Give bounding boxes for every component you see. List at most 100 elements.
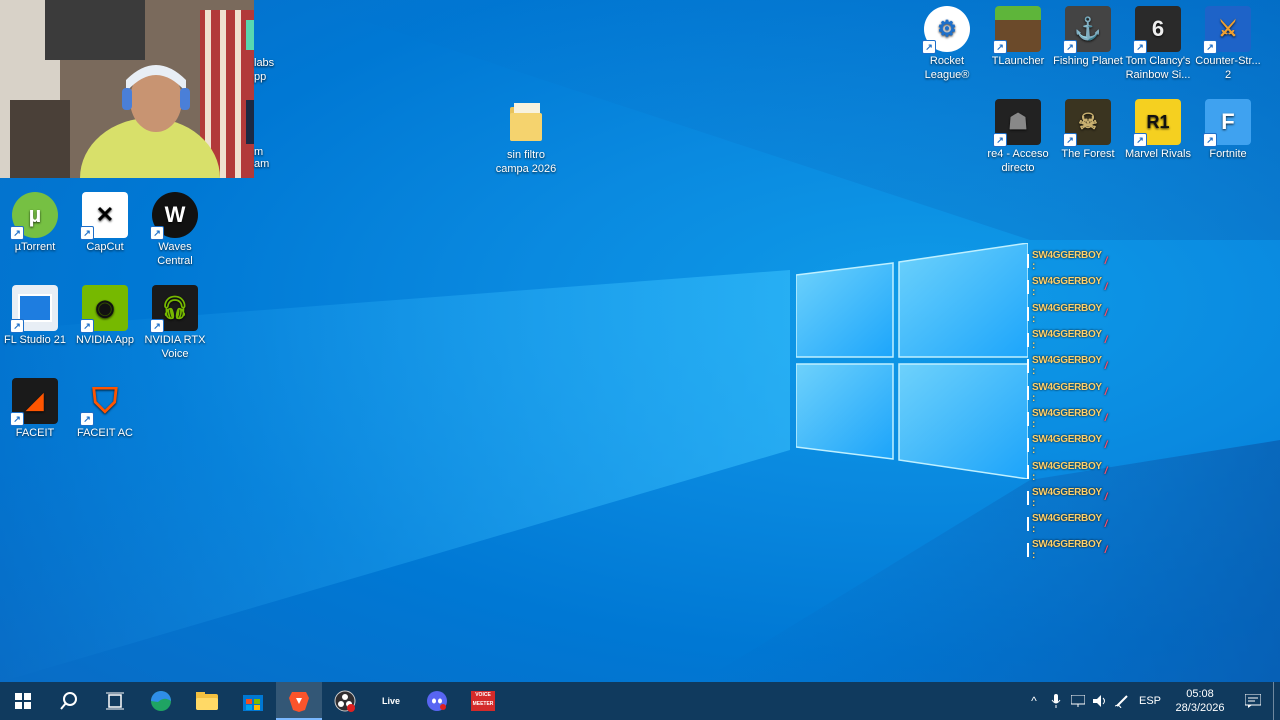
skull-icon: ☠ ↗ [1063, 99, 1111, 147]
desktop-icon-re4[interactable]: ☗ ↗ re4 - Acceso directo [983, 99, 1053, 175]
watermark-box-icon [1027, 359, 1029, 374]
task-view-button[interactable] [92, 682, 138, 720]
input-language-indicator[interactable]: ESP [1133, 695, 1167, 707]
minecraft-block-icon: ↗ [993, 6, 1041, 54]
notification-center-icon[interactable] [1233, 682, 1273, 720]
brave-lion-icon [289, 692, 309, 712]
edge-icon [151, 691, 171, 711]
desktop-icon-fortnite[interactable]: F ↗ Fortnite [1193, 99, 1263, 161]
start-button[interactable] [0, 682, 46, 720]
shortcut-arrow-icon: ↗ [10, 319, 24, 333]
clock-time: 05:08 [1186, 688, 1214, 700]
network-icon[interactable] [1067, 682, 1089, 720]
watermark-row: SW4GGERBOY : / [1027, 537, 1107, 563]
clock-date: 28/3/2026 [1175, 702, 1225, 714]
volume-icon[interactable] [1089, 682, 1111, 720]
desktop-icon-rainbow-six[interactable]: 6 ↗ Tom Clancy's Rainbow Si... [1123, 6, 1193, 82]
watermark-box-icon [1027, 490, 1029, 505]
shortcut-arrow-icon: ↗ [10, 226, 24, 240]
file-explorer-button[interactable] [184, 682, 230, 720]
shortcut-arrow-icon: ↗ [1203, 40, 1217, 54]
desktop-icon-counter-strike[interactable]: ⚔ ↗ Counter-Str... 2 [1193, 6, 1263, 82]
desktop-icon-marvel-rivals[interactable]: R1 ↗ Marvel Rivals [1123, 99, 1193, 161]
shortcut-arrow-icon: ↗ [10, 412, 24, 426]
microsoft-store-button[interactable] [230, 682, 276, 720]
icon-label: Tom Clancy's Rainbow Si... [1125, 55, 1191, 81]
watermark-slash-icon: / [1104, 518, 1108, 530]
edge-button[interactable] [138, 682, 184, 720]
shortcut-arrow-icon: ↗ [80, 412, 94, 426]
watermark-box-icon [1027, 385, 1029, 400]
icon-label: Counter-Str... 2 [1195, 55, 1261, 81]
icon-label: Fortnite [1209, 148, 1247, 160]
search-icon [60, 692, 77, 710]
watermark-text: SW4GGERBOY : [1032, 250, 1102, 273]
fl-studio-icon: ↗ [10, 285, 58, 333]
clock[interactable]: 05:08 28/3/2026 [1167, 687, 1233, 715]
brave-button[interactable] [276, 682, 322, 720]
search-button[interactable] [46, 682, 92, 720]
watermark-row: SW4GGERBOY : / [1027, 301, 1107, 327]
watermark-box-icon [1027, 280, 1029, 295]
fortnite-icon: F ↗ [1203, 99, 1251, 147]
desktop-icon-waves-central[interactable]: W ↗ Waves Central [140, 192, 210, 268]
partial-icon-label[interactable]: labs [254, 57, 274, 69]
discord-button[interactable] [414, 682, 460, 720]
watermark-text: SW4GGERBOY : [1032, 434, 1102, 457]
show-desktop-button[interactable] [1273, 682, 1280, 720]
voicemeeter-button[interactable]: VOICE MEETER [460, 682, 506, 720]
watermark-text: SW4GGERBOY : [1032, 302, 1102, 325]
partial-icon-label[interactable]: pp [254, 71, 266, 83]
watermark-slash-icon: / [1104, 360, 1108, 372]
obs-button[interactable] [322, 682, 368, 720]
watermark-text: SW4GGERBOY : [1032, 355, 1102, 378]
utorrent-icon: µ ↗ [10, 192, 58, 240]
watermark-text: SW4GGERBOY : [1032, 539, 1102, 562]
partial-icon-label[interactable]: m [254, 146, 263, 158]
voicemeeter-icon: VOICE MEETER [471, 691, 495, 711]
windows-logo-wallpaper [795, 242, 1029, 480]
microphone-icon[interactable] [1045, 682, 1067, 720]
pen-ink-icon[interactable] [1111, 682, 1133, 720]
watermark-slash-icon: / [1104, 413, 1108, 425]
desktop-icon-rocket-league[interactable]: ⚙ ↗ Rocket League® [912, 6, 982, 82]
shortcut-arrow-icon: ↗ [993, 40, 1007, 54]
shortcut-arrow-icon: ↗ [1133, 133, 1147, 147]
folder-icon [503, 100, 549, 146]
nvidia-icon: ◉ ↗ [80, 285, 128, 333]
desktop-icon-utorrent[interactable]: µ ↗ µTorrent [0, 192, 70, 254]
watermark-text: SW4GGERBOY : [1032, 329, 1102, 352]
faceit-icon: ◢ ↗ [10, 378, 58, 426]
live-button[interactable]: Live [368, 682, 414, 720]
watermark-row: SW4GGERBOY : / [1027, 406, 1107, 432]
shortcut-arrow-icon: ↗ [1203, 133, 1217, 147]
live-icon: Live [381, 696, 400, 706]
icon-label: NVIDIA App [75, 334, 135, 346]
desktop-icon-tlauncher[interactable]: ↗ TLauncher [983, 6, 1053, 68]
desktop-icon-nvidia-app[interactable]: ◉ ↗ NVIDIA App [70, 285, 140, 347]
task-view-icon [106, 692, 124, 710]
watermark-box-icon [1027, 464, 1029, 479]
partial-icon-label[interactable]: am [254, 158, 269, 170]
watermark-text: SW4GGERBOY : [1032, 460, 1102, 483]
tray-overflow-chevron-icon[interactable]: ^ [1023, 682, 1045, 720]
obs-icon [334, 690, 356, 712]
shortcut-arrow-icon: ↗ [1133, 40, 1147, 54]
rocket-league-icon: ⚙ ↗ [922, 6, 970, 54]
desktop-icon-fl-studio[interactable]: ↗ FL Studio 21 [0, 285, 70, 347]
desktop-icon-fishing-planet[interactable]: ⚓ ↗ Fishing Planet [1053, 6, 1123, 68]
webcam-overlay [0, 0, 254, 178]
watermark-box-icon [1027, 254, 1029, 269]
desktop-icon-faceit[interactable]: ◢ ↗ FACEIT [0, 378, 70, 440]
icon-label: re4 - Acceso directo [987, 148, 1049, 174]
desktop-icon-faceit-ac[interactable]: ⛉ ↗ FACEIT AC [70, 378, 140, 440]
desktop-icon-the-forest[interactable]: ☠ ↗ The Forest [1053, 99, 1123, 161]
desktop-icon-capcut[interactable]: ✕ ↗ CapCut [70, 192, 140, 254]
faceit-ac-shield-icon: ⛉ ↗ [80, 378, 128, 426]
icon-label: Marvel Rivals [1124, 148, 1191, 160]
watermark-box-icon [1027, 333, 1029, 348]
watermark-row: SW4GGERBOY : / [1027, 327, 1107, 353]
system-tray: ^ ESP 05:08 28/3/2026 [1023, 682, 1280, 720]
desktop-icon-nvidia-rtx-voice[interactable]: 🎧︎ ↗ NVIDIA RTX Voice [140, 285, 210, 361]
desktop-folder-sin-filtro[interactable]: sin filtro campa 2026 [491, 100, 561, 176]
